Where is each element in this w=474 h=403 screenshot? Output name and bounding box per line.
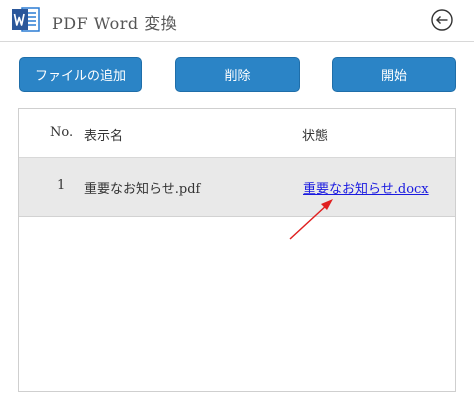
file-table: No. 表示名 状態 1 重要なお知らせ.pdf 重要なお知らせ.docx: [18, 108, 456, 392]
back-arrow-icon[interactable]: [431, 9, 453, 31]
start-button[interactable]: 開始: [332, 57, 456, 92]
word-logo-icon: [12, 7, 40, 32]
row-output-link[interactable]: 重要なお知らせ.docx: [303, 178, 429, 197]
column-header-status: 状態: [302, 129, 329, 144]
title-bar: PDF Word 変換: [0, 0, 474, 42]
app-title: PDF Word 変換: [52, 14, 178, 33]
row-number: 1: [57, 178, 66, 193]
column-header-name: 表示名: [84, 129, 124, 144]
table-header: No. 表示名 状態: [19, 109, 455, 158]
column-header-no: No.: [50, 125, 74, 140]
add-file-button[interactable]: ファイルの追加: [19, 57, 142, 92]
table-row[interactable]: 1 重要なお知らせ.pdf 重要なお知らせ.docx: [19, 158, 455, 217]
delete-button[interactable]: 削除: [175, 57, 300, 92]
row-file-name: 重要なお知らせ.pdf: [84, 182, 201, 197]
